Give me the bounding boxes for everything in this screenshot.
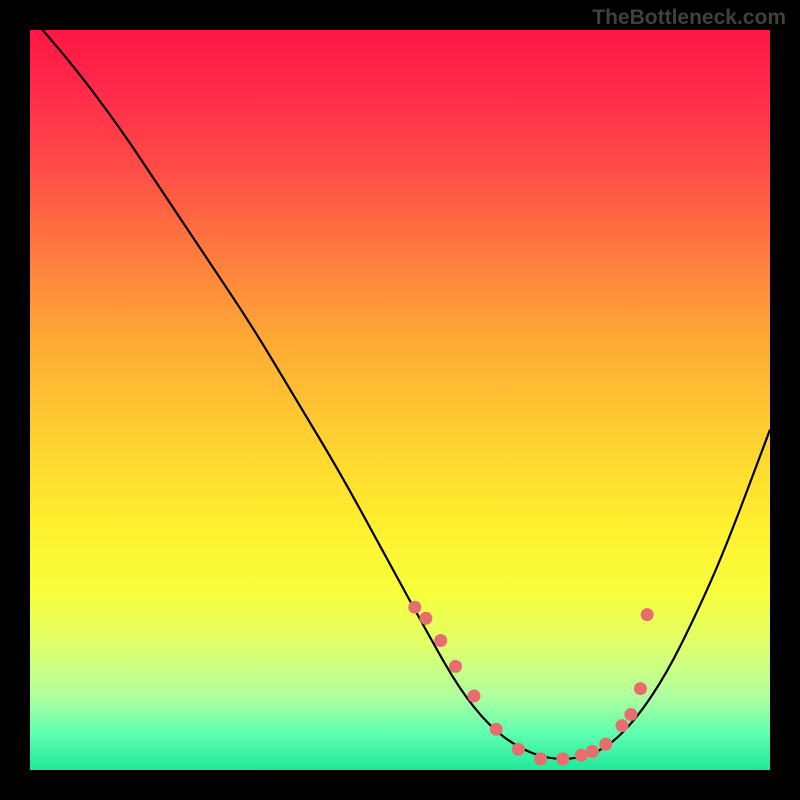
marker-dot [616,719,629,732]
marker-dot [624,708,637,721]
curve-markers [408,601,653,766]
marker-dot [512,743,525,756]
marker-dot [468,690,481,703]
marker-dot [490,723,503,736]
marker-dot [586,745,599,758]
marker-dot [575,749,588,762]
marker-dot [556,752,569,765]
marker-dot [449,660,462,673]
plot-area [30,30,770,770]
marker-dot [634,682,647,695]
marker-dot [408,601,421,614]
marker-dot [434,634,447,647]
marker-dot [641,608,654,621]
curve-line [30,30,770,759]
watermark-text: TheBottleneck.com [592,6,786,30]
marker-dot [419,612,432,625]
chart-svg [30,30,770,770]
marker-dot [599,738,612,751]
marker-dot [534,752,547,765]
